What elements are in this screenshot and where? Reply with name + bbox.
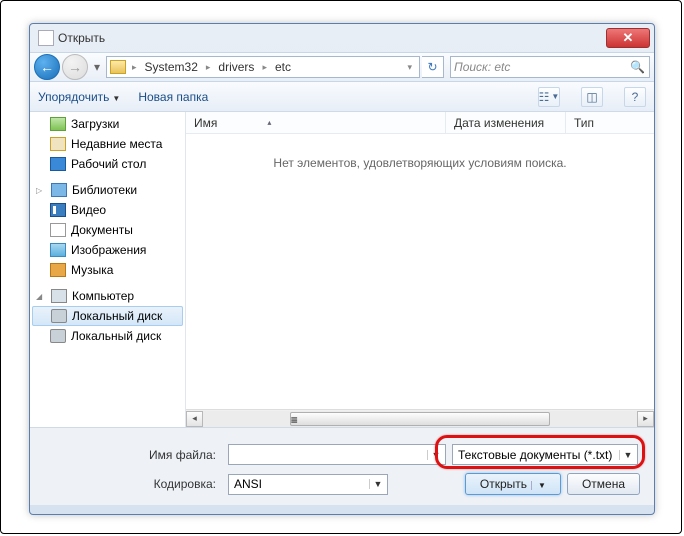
computer-icon — [51, 289, 67, 303]
help-button[interactable]: ? — [624, 87, 646, 107]
disk-icon — [51, 309, 67, 323]
encoding-dropdown[interactable]: ANSI▼ — [228, 474, 388, 495]
desktop-icon — [50, 157, 66, 171]
file-list: Имя▴ Дата изменения Тип Нет элементов, у… — [186, 112, 654, 427]
column-headers: Имя▴ Дата изменения Тип — [186, 112, 654, 134]
column-name[interactable]: Имя▴ — [186, 112, 446, 133]
chevron-down-icon[interactable]: ▼ — [427, 450, 442, 460]
organize-menu[interactable]: Упорядочить▼ — [38, 90, 120, 104]
sidebar-item-downloads[interactable]: Загрузки — [30, 114, 185, 134]
scroll-track[interactable]: ≡ — [203, 411, 637, 427]
window-title: Открыть — [58, 31, 606, 45]
sidebar-item-localdisk-2[interactable]: Локальный диск — [30, 326, 185, 346]
sidebar-item-libraries[interactable]: ▷Библиотеки — [30, 180, 185, 200]
toolbar: Упорядочить▼ Новая папка ☷▼ ◫ ? — [30, 82, 654, 112]
nav-bar: ← → ▾ ▸ System32 ▸ drivers ▸ etc ▾ ↻ Пои… — [30, 52, 654, 82]
recent-icon — [50, 137, 66, 151]
close-button[interactable]: ✕ — [606, 28, 650, 48]
documents-icon — [50, 223, 66, 237]
filename-label: Имя файла: — [44, 448, 222, 462]
sidebar-item-documents[interactable]: Документы — [30, 220, 185, 240]
sidebar-item-music[interactable]: Музыка — [30, 260, 185, 280]
history-dropdown[interactable]: ▾ — [90, 54, 104, 80]
sidebar-item-computer[interactable]: ◢Компьютер — [30, 286, 185, 306]
open-button[interactable]: Открыть▼ — [465, 473, 561, 495]
filetype-dropdown[interactable]: Текстовые документы (*.txt)▼ — [452, 444, 638, 465]
scroll-thumb[interactable]: ≡ — [290, 412, 550, 426]
chevron-right-icon[interactable]: ▸ — [258, 62, 271, 73]
folder-icon — [110, 60, 126, 74]
chevron-right-icon[interactable]: ▸ — [128, 62, 141, 73]
title-bar[interactable]: Открыть ✕ — [30, 24, 654, 52]
collapse-icon[interactable]: ◢ — [36, 292, 46, 301]
sort-indicator-icon: ▴ — [267, 118, 271, 127]
video-icon — [50, 203, 66, 217]
breadcrumb-system32[interactable]: System32 — [143, 60, 200, 74]
open-dialog: Открыть ✕ ← → ▾ ▸ System32 ▸ drivers ▸ e… — [29, 23, 655, 515]
horizontal-scrollbar[interactable]: ◂ ≡ ▸ — [186, 409, 654, 427]
cancel-button[interactable]: Отмена — [567, 473, 640, 495]
sidebar-item-recent[interactable]: Недавние места — [30, 134, 185, 154]
sidebar-item-video[interactable]: Видео — [30, 200, 185, 220]
encoding-label: Кодировка: — [44, 477, 222, 491]
search-icon[interactable]: 🔍 — [630, 60, 645, 74]
downloads-icon — [50, 117, 66, 131]
disk-icon — [50, 329, 66, 343]
libraries-icon — [51, 183, 67, 197]
search-input[interactable]: Поиск: etc 🔍 — [450, 56, 650, 78]
sidebar-item-images[interactable]: Изображения — [30, 240, 185, 260]
filename-input[interactable]: ▼ — [228, 444, 446, 465]
chevron-down-icon[interactable]: ▼ — [531, 481, 546, 490]
preview-pane-button[interactable]: ◫ — [581, 87, 603, 107]
column-date[interactable]: Дата изменения — [446, 112, 566, 133]
chevron-down-icon[interactable]: ▼ — [369, 479, 384, 489]
back-button[interactable]: ← — [34, 54, 60, 80]
music-icon — [50, 263, 66, 277]
scroll-left-icon[interactable]: ◂ — [186, 411, 203, 427]
navigation-pane: Загрузки Недавние места Рабочий стол ▷Би… — [30, 112, 186, 427]
new-folder-button[interactable]: Новая папка — [138, 90, 208, 104]
sidebar-item-localdisk-1[interactable]: Локальный диск — [32, 306, 183, 326]
images-icon — [50, 243, 66, 257]
dialog-bottom: Имя файла: ▼ Текстовые документы (*.txt)… — [30, 428, 654, 505]
address-dropdown[interactable]: ▾ — [403, 62, 416, 73]
chevron-right-icon[interactable]: ▸ — [202, 62, 215, 73]
column-type[interactable]: Тип — [566, 112, 654, 133]
chevron-down-icon[interactable]: ▼ — [619, 450, 634, 460]
breadcrumb-drivers[interactable]: drivers — [216, 60, 256, 74]
refresh-button[interactable]: ↻ — [422, 56, 444, 78]
expand-icon[interactable]: ▷ — [36, 186, 46, 195]
breadcrumb-etc[interactable]: etc — [273, 60, 293, 74]
forward-button: → — [62, 54, 88, 80]
app-icon — [38, 30, 54, 46]
view-menu[interactable]: ☷▼ — [538, 87, 560, 107]
sidebar-item-desktop[interactable]: Рабочий стол — [30, 154, 185, 174]
search-placeholder: Поиск: etc — [454, 60, 510, 74]
address-bar[interactable]: ▸ System32 ▸ drivers ▸ etc ▾ — [106, 56, 420, 78]
empty-message: Нет элементов, удовлетворяющих условиям … — [186, 134, 654, 409]
scroll-right-icon[interactable]: ▸ — [637, 411, 654, 427]
